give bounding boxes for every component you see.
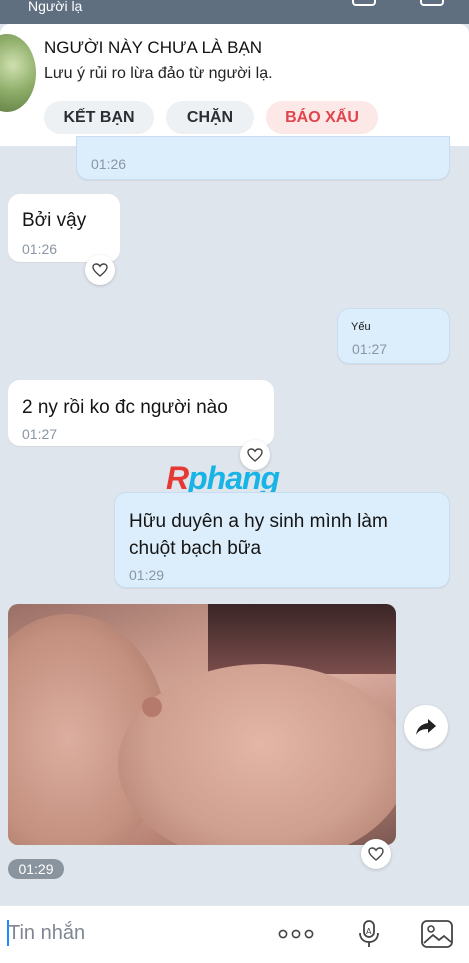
call-icon[interactable]: [352, 0, 376, 6]
share-icon[interactable]: [404, 705, 448, 749]
message-bubble-outgoing[interactable]: Yếu 01:27: [337, 308, 450, 364]
photo-time: 01:29: [8, 859, 64, 879]
block-button[interactable]: CHẶN: [166, 101, 254, 134]
svg-text:A: A: [366, 927, 372, 936]
banner-warning: Lưu ý rủi ro lừa đảo từ người lạ.: [44, 65, 273, 82]
message-time: 01:26: [22, 241, 58, 257]
message-bubble-outgoing[interactable]: 01:26: [76, 136, 450, 180]
heart-icon[interactable]: [85, 255, 115, 285]
menu-icon[interactable]: [420, 0, 444, 6]
image-icon[interactable]: [419, 918, 455, 950]
message-time: 01:27: [352, 341, 388, 357]
more-icon[interactable]: [277, 918, 315, 950]
banner-heading: NGƯỜI NÀY CHƯA LÀ BẠN: [44, 38, 263, 57]
message-time: 01:27: [22, 426, 58, 442]
message-bubble-outgoing[interactable]: Hữu duyên a hy sinh mình làm chuột bạch …: [114, 492, 450, 588]
title-bar: Người lạ: [0, 0, 469, 24]
voice-icon[interactable]: A: [355, 918, 383, 950]
add-friend-button[interactable]: KẾT BẠN: [44, 101, 154, 134]
message-text: 2 ny rồi ko đc người nào: [22, 397, 228, 418]
message-text: Bởi vậy: [22, 210, 87, 231]
report-button[interactable]: BÁO XẤU: [266, 101, 378, 134]
avatar[interactable]: [0, 34, 36, 112]
message-text: Yếu: [351, 321, 371, 333]
composer: Tin nhắn A: [0, 905, 469, 963]
chat-title: Người lạ: [28, 0, 83, 14]
message-bubble-incoming[interactable]: 2 ny rồi ko đc người nào 01:27: [8, 380, 274, 446]
message-time: 01:26: [91, 156, 127, 172]
message-input[interactable]: Tin nhắn: [8, 922, 85, 945]
message-bubble-incoming[interactable]: Bởi vậy 01:26: [8, 194, 120, 262]
message-time: 01:29: [129, 567, 165, 583]
stranger-banner: NGƯỜI NÀY CHƯA LÀ BẠN Lưu ý rủi ro lừa đ…: [0, 24, 469, 146]
message-text-line-2: chuột bạch bữa: [129, 538, 262, 559]
heart-icon[interactable]: [361, 839, 391, 869]
photo-message[interactable]: [8, 604, 396, 845]
message-text-line-1: Hữu duyên a hy sinh mình làm: [129, 511, 388, 532]
